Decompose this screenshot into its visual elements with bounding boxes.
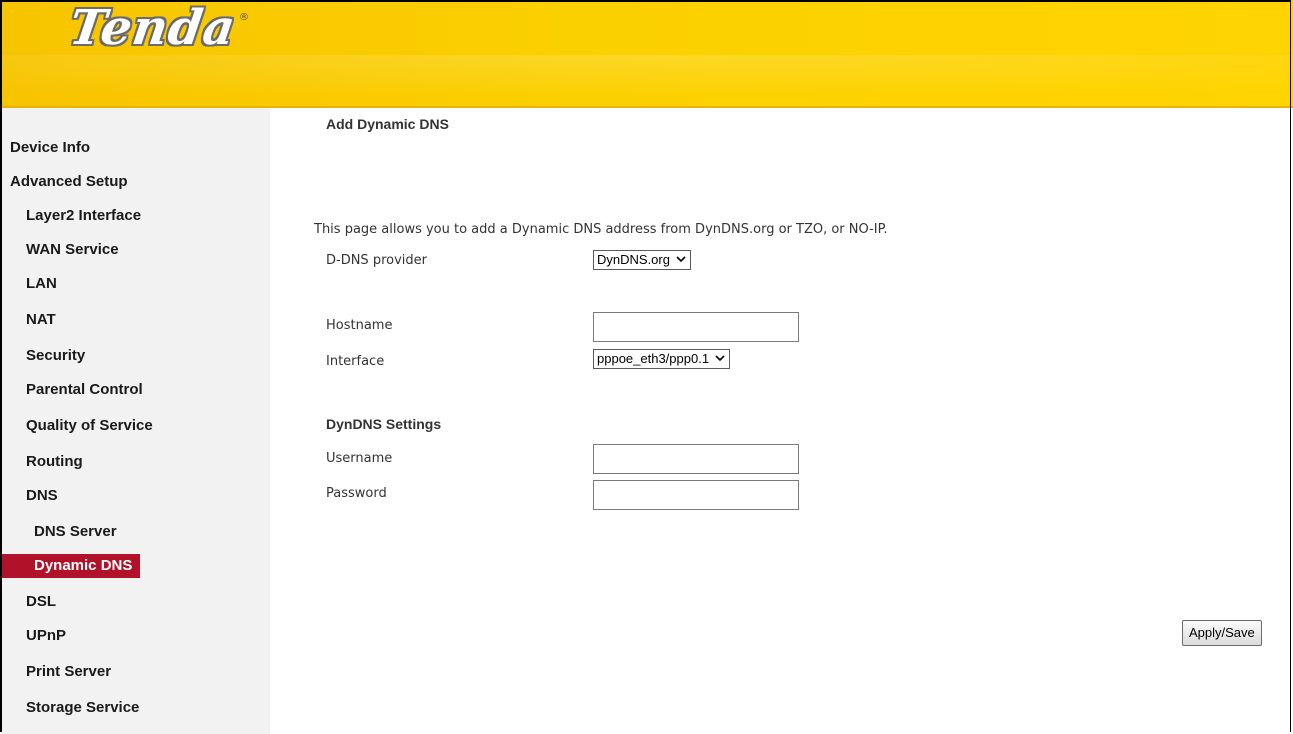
page-frame: [0, 0, 1291, 732]
